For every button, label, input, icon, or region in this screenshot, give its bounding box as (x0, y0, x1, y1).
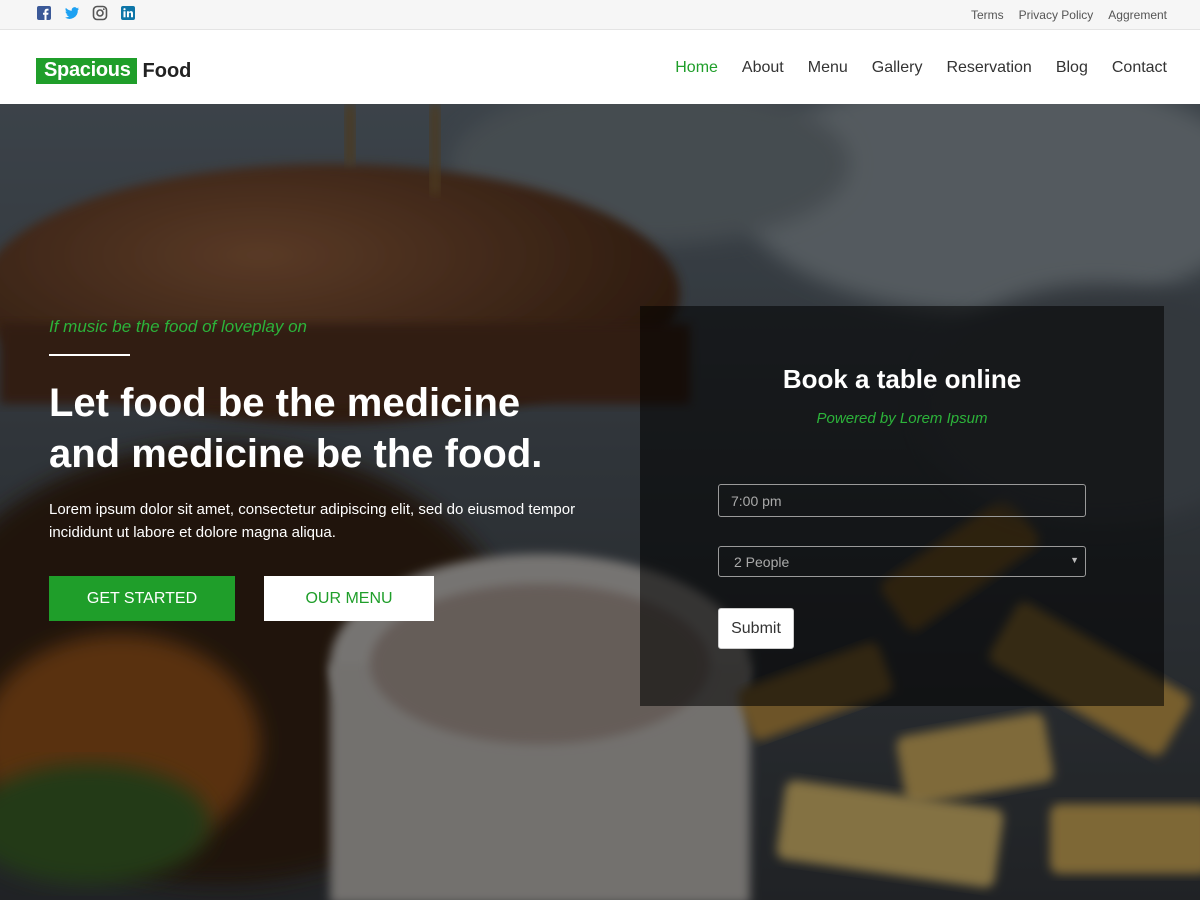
tagline-divider (49, 354, 130, 356)
site-logo[interactable]: Spacious Food (36, 58, 191, 84)
instagram-icon (92, 5, 108, 21)
logo-highlight: Spacious (36, 58, 137, 84)
social-links (36, 5, 136, 21)
headline-line-1: Let food be the medicine (49, 381, 521, 425)
nav-gallery[interactable]: Gallery (872, 59, 923, 77)
site-header: Spacious Food Home About Menu Gallery Re… (0, 30, 1200, 104)
logo-text: Food (142, 59, 192, 82)
hero-section: If music be the food of loveplay on Let … (0, 104, 1200, 900)
twitter-link[interactable] (64, 5, 80, 21)
linkedin-icon (121, 6, 135, 20)
twitter-icon (65, 7, 79, 19)
time-input[interactable] (718, 484, 1086, 517)
people-select[interactable]: 2 People ▼ (718, 546, 1086, 577)
get-started-button[interactable]: GET STARTED (49, 576, 235, 621)
nav-menu[interactable]: Menu (808, 59, 848, 77)
headline-line-2: and medicine be the food. (49, 432, 543, 476)
our-menu-button[interactable]: OUR MENU (264, 576, 434, 621)
terms-link[interactable]: Terms (971, 8, 1004, 22)
top-links: Terms Privacy Policy Aggrement (971, 8, 1167, 22)
booking-subtitle: Powered by Lorem Ipsum (816, 410, 988, 427)
facebook-link[interactable] (36, 5, 52, 21)
nav-contact[interactable]: Contact (1112, 59, 1167, 77)
privacy-policy-link[interactable]: Privacy Policy (1019, 8, 1094, 22)
booking-title: Book a table online (782, 364, 1022, 394)
nav-home[interactable]: Home (675, 59, 718, 77)
nav-about[interactable]: About (742, 59, 784, 77)
booking-panel: Book a table online Powered by Lorem Ips… (640, 306, 1164, 706)
linkedin-link[interactable] (120, 5, 136, 21)
top-utility-bar: Terms Privacy Policy Aggrement (0, 0, 1200, 30)
facebook-icon (37, 6, 51, 20)
instagram-link[interactable] (92, 5, 108, 21)
chevron-down-icon: ▼ (1070, 555, 1079, 565)
submit-button[interactable]: Submit (718, 608, 794, 649)
hero-tagline: If music be the food of loveplay on (49, 317, 307, 336)
main-nav: Home About Menu Gallery Reservation Blog… (675, 59, 1167, 77)
nav-reservation[interactable]: Reservation (946, 59, 1031, 77)
people-select-value: 2 People (734, 554, 790, 570)
hero-intro-text: Lorem ipsum dolor sit amet, consectetur … (49, 501, 576, 541)
agreement-link[interactable]: Aggrement (1108, 8, 1167, 22)
nav-blog[interactable]: Blog (1056, 59, 1088, 77)
hero-headline: Let food be the medicine and medicine be… (49, 378, 609, 480)
